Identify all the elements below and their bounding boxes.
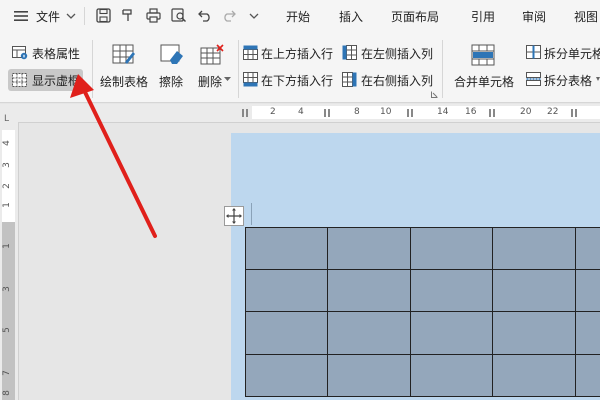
annotation-arrow: [70, 74, 157, 238]
